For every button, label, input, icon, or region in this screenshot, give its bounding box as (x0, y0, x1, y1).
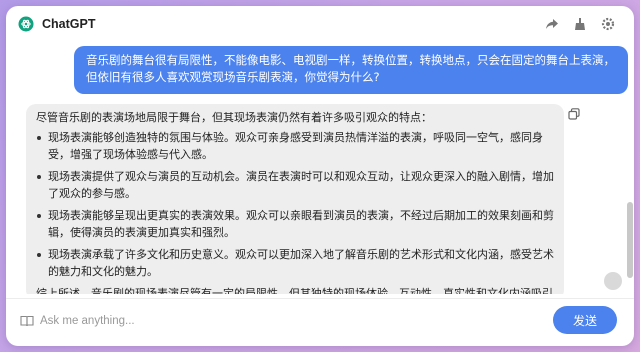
share-icon[interactable] (544, 16, 560, 32)
assistant-message: 尽管音乐剧的表演场地局限于舞台，但其现场表演仍然有着许多吸引观众的特点： 现场表… (26, 104, 564, 294)
scrollbar-thumb[interactable] (627, 202, 633, 278)
send-button[interactable]: 发送 (553, 306, 617, 334)
prompt-library-icon[interactable] (20, 314, 34, 328)
clean-icon[interactable] (572, 16, 588, 32)
chat-area[interactable]: 音乐剧的舞台很有局限性，不能像电影、电视剧一样，转换位置，转换地点，只会在固定的… (6, 42, 634, 294)
list-item: 现场表演提供了观众与演员的互动机会。演员在表演时可以和观众互动，让观众更深入的融… (36, 168, 554, 202)
settings-icon[interactable] (600, 16, 616, 32)
chat-scrollbar[interactable] (626, 42, 634, 300)
header-actions (544, 16, 616, 32)
app-window: ChatGPT 音乐剧的舞台很有局限性，不能像电影、电视剧一样，转换位置，转换地… (6, 6, 634, 346)
scroll-down-button[interactable] (604, 272, 622, 290)
list-item: 现场表演能够呈现出更真实的表演效果。观众可以亲眼看到演员的表演，不经过后期加工的… (36, 207, 554, 241)
input-bar: 发送 (6, 299, 634, 346)
copy-icon[interactable] (566, 106, 582, 122)
assistant-conclusion: 综上所述，音乐剧的现场表演尽管有一定的局限性，但其独特的现场体验、互动性、真实性… (36, 287, 553, 294)
titlebar: ChatGPT (6, 6, 634, 42)
assistant-intro: 尽管音乐剧的表演场地局限于舞台，但其现场表演仍然有着许多吸引观众的特点： (36, 111, 432, 124)
chatgpt-logo-icon (18, 16, 34, 32)
list-item: 现场表演能够创造独特的氛围与体验。观众可亲身感受到演员热情洋溢的表演，呼吸同一空… (36, 129, 554, 163)
assistant-points: 现场表演能够创造独特的氛围与体验。观众可亲身感受到演员热情洋溢的表演，呼吸同一空… (36, 129, 554, 280)
app-title: ChatGPT (42, 17, 96, 31)
list-item: 现场表演承载了许多文化和历史意义。观众可以更加深入地了解音乐剧的艺术形式和文化内… (36, 246, 554, 280)
user-message: 音乐剧的舞台很有局限性，不能像电影、电视剧一样，转换位置，转换地点，只会在固定的… (74, 46, 628, 94)
message-input[interactable] (40, 310, 520, 332)
